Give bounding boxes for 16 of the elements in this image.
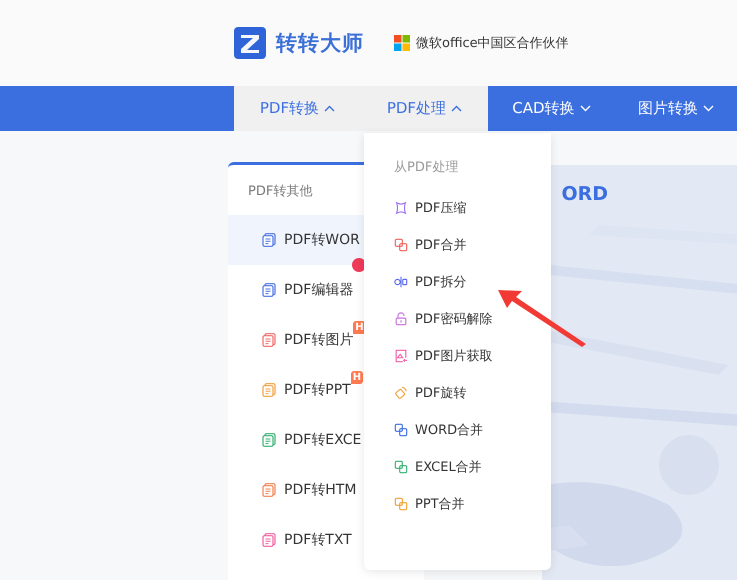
caret-icon xyxy=(702,105,714,112)
nav-tab[interactable]: PDF处理 xyxy=(360,86,488,131)
caret-icon xyxy=(324,105,336,112)
logo-icon xyxy=(234,27,266,59)
caret-icon xyxy=(451,105,462,112)
menu-heading: 从PDF处理 xyxy=(394,159,460,176)
nav-tab[interactable]: 图片转换 xyxy=(614,86,737,131)
sidebar-title: PDF转其他 xyxy=(248,183,312,200)
brand-name: 转转大师 xyxy=(276,30,364,57)
partner-text: 微软office中国区合作伙伴 xyxy=(416,35,569,52)
banner-title: ORD xyxy=(561,183,608,205)
nav-tab[interactable]: CAD转换 xyxy=(488,86,615,131)
nav-tab[interactable]: PDF转换 xyxy=(234,86,361,131)
windows-logo-icon xyxy=(394,35,410,51)
caret-icon xyxy=(580,105,591,112)
hot-badge: H xyxy=(350,371,364,384)
